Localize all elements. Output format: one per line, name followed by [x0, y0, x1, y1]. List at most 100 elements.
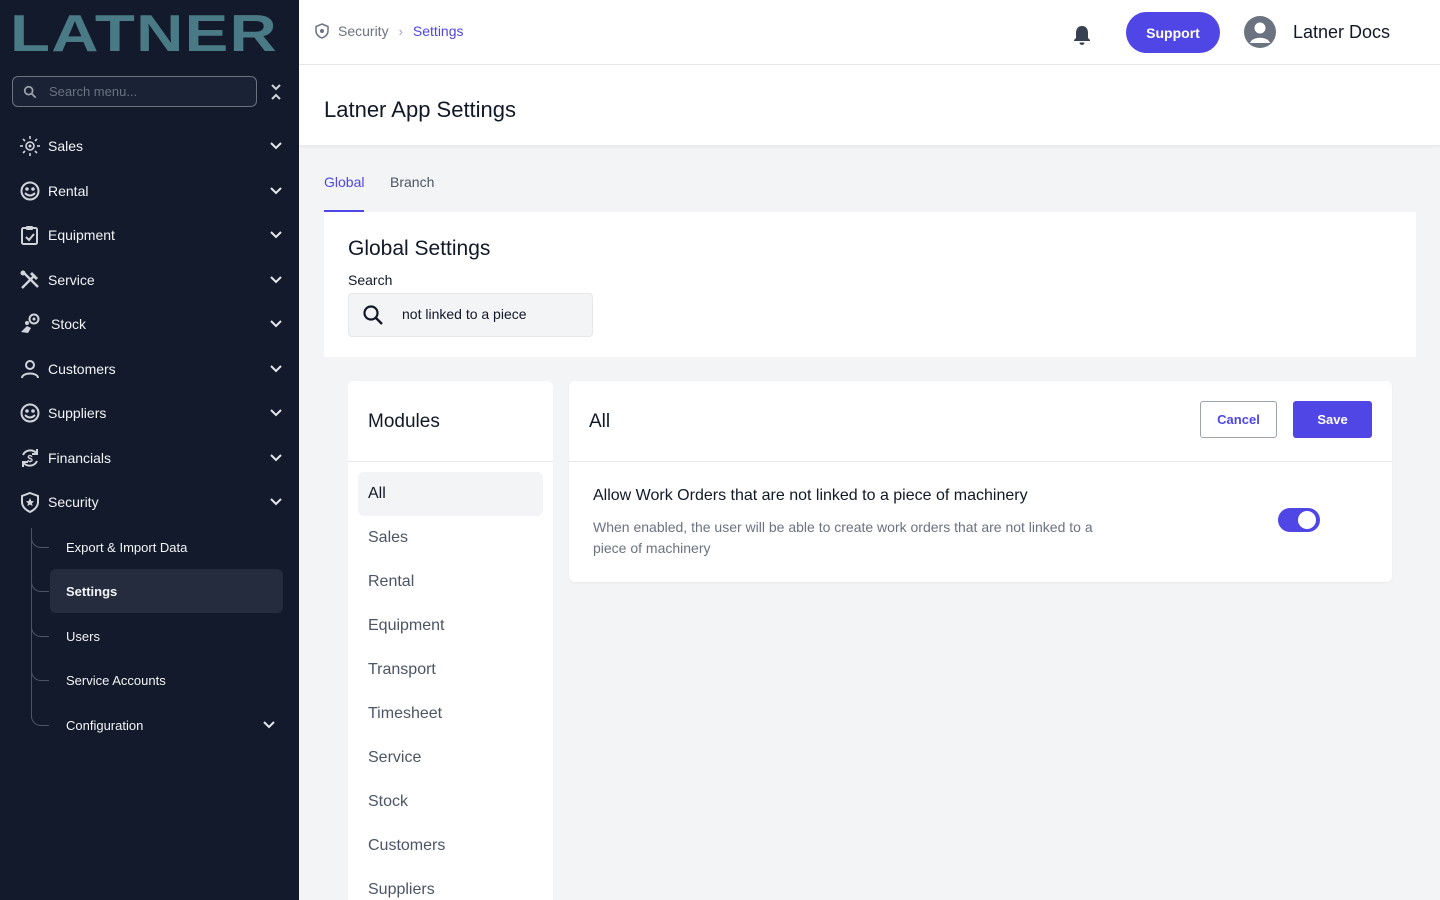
support-button[interactable]: Support — [1126, 12, 1220, 53]
chevron-down-icon — [263, 721, 275, 729]
sub-label: Users — [66, 628, 100, 644]
shield-icon — [19, 491, 41, 513]
chevron-right-icon: › — [398, 23, 403, 39]
module-item-sales[interactable]: Sales — [358, 516, 543, 560]
global-settings-title: Global Settings — [348, 237, 491, 260]
top-bar: Security › Settings Support Latner Docs — [299, 0, 1440, 65]
chevron-down-icon — [270, 454, 282, 462]
modules-title: Modules — [368, 411, 440, 432]
sidebar-item-configuration[interactable]: Configuration — [50, 703, 283, 747]
sales-icon — [19, 135, 41, 157]
tree-branch — [31, 625, 49, 637]
tree-branch — [31, 669, 49, 681]
nav-item-customers[interactable]: Customers — [0, 349, 299, 389]
financials-icon: $ — [19, 447, 41, 469]
tab-global[interactable]: Global — [324, 174, 365, 212]
sub-label: Service Accounts — [66, 672, 166, 688]
module-item-service[interactable]: Service — [358, 736, 543, 780]
logo-text: LATNER — [10, 8, 278, 56]
module-label: Transport — [368, 661, 436, 678]
user-icon — [1250, 22, 1270, 43]
search-icon — [23, 85, 37, 98]
breadcrumb-current[interactable]: Settings — [413, 23, 464, 39]
module-label: Suppliers — [368, 881, 435, 898]
equipment-icon — [19, 224, 41, 246]
chevron-down-icon — [270, 276, 282, 284]
user-name[interactable]: Latner Docs — [1293, 22, 1390, 43]
chevron-down-icon — [270, 231, 282, 239]
toggle-knob — [1298, 511, 1316, 529]
chevron-down-icon — [270, 409, 282, 417]
chevron-down-icon — [270, 142, 282, 150]
collapse-sidebar-icon[interactable] — [267, 82, 285, 102]
module-item-transport[interactable]: Transport — [358, 648, 543, 692]
nav-item-financials[interactable]: $ Financials — [0, 438, 299, 478]
nav-item-security[interactable]: Security — [0, 482, 299, 522]
nav-item-stock[interactable]: Stock — [0, 304, 299, 344]
nav-item-rental[interactable]: Rental — [0, 171, 299, 211]
module-label: Equipment — [368, 617, 445, 634]
bell-icon[interactable] — [1072, 24, 1092, 46]
sidebar-item-settings[interactable]: Settings — [50, 569, 283, 613]
menu-search-input[interactable] — [49, 84, 239, 99]
search-label: Search — [348, 272, 393, 288]
service-tools-icon — [19, 269, 41, 291]
nav-label: Customers — [48, 361, 116, 377]
save-button[interactable]: Save — [1293, 401, 1372, 438]
menu-search-box[interactable] — [12, 76, 257, 107]
nav-item-service[interactable]: Service — [0, 260, 299, 300]
search-icon — [363, 305, 383, 325]
sidebar-item-service-accounts[interactable]: Service Accounts — [50, 658, 283, 702]
module-item-stock[interactable]: Stock — [358, 780, 543, 824]
tab-branch[interactable]: Branch — [390, 174, 434, 210]
divider — [348, 461, 553, 462]
setting-title: Allow Work Orders that are not linked to… — [593, 487, 1028, 504]
nav-label: Suppliers — [48, 405, 107, 421]
module-item-all[interactable]: All — [358, 472, 543, 516]
rental-icon — [19, 180, 41, 202]
chevron-down-icon — [270, 187, 282, 195]
module-item-suppliers[interactable]: Suppliers — [358, 868, 543, 900]
breadcrumb-security[interactable]: Security — [338, 23, 389, 39]
module-label: Stock — [368, 793, 409, 810]
sub-label: Export & Import Data — [66, 539, 188, 555]
nav-label: Security — [48, 494, 99, 510]
chevron-down-icon — [270, 320, 282, 328]
settings-search-box[interactable] — [348, 293, 593, 337]
module-label: Customers — [368, 837, 446, 854]
sidebar-item-users[interactable]: Users — [50, 614, 283, 658]
nav-label: Service — [48, 272, 95, 288]
module-item-rental[interactable]: Rental — [358, 560, 543, 604]
sub-label: Configuration — [66, 717, 144, 733]
cancel-button[interactable]: Cancel — [1200, 401, 1277, 438]
module-label: Timesheet — [368, 705, 443, 722]
nav-item-equipment[interactable]: Equipment — [0, 215, 299, 255]
nav-label: Financials — [48, 450, 112, 466]
stock-icon — [19, 313, 41, 335]
page-header: Latner App Settings — [299, 65, 1440, 145]
tree-branch — [31, 714, 49, 726]
tree-branch — [31, 536, 49, 548]
nav-item-sales[interactable]: Sales — [0, 126, 299, 166]
latner-logo[interactable]: LATNER — [10, 8, 280, 56]
nav-label: Equipment — [48, 227, 115, 243]
module-item-timesheet[interactable]: Timesheet — [358, 692, 543, 736]
avatar[interactable] — [1244, 16, 1276, 48]
suppliers-icon — [19, 402, 41, 424]
module-item-customers[interactable]: Customers — [358, 824, 543, 868]
setting-description: When enabled, the user will be able to c… — [593, 519, 1093, 556]
modules-panel: Modules All Sales Rental Equipment Trans… — [348, 381, 553, 900]
setting-toggle[interactable] — [1278, 508, 1320, 532]
module-label: All — [368, 485, 386, 502]
sidebar-item-export-import[interactable]: Export & Import Data — [50, 525, 283, 569]
nav-item-suppliers[interactable]: Suppliers — [0, 393, 299, 433]
svg-text:$: $ — [27, 454, 33, 465]
settings-search-input[interactable] — [402, 306, 582, 322]
module-label: Service — [368, 749, 422, 766]
divider — [569, 461, 1392, 462]
settings-panel: All Cancel Save Allow Work Orders that a… — [569, 381, 1392, 582]
module-label: Sales — [368, 529, 409, 546]
module-item-equipment[interactable]: Equipment — [358, 604, 543, 648]
nav-label: Rental — [48, 183, 89, 199]
breadcrumb: Security › Settings — [315, 23, 464, 39]
